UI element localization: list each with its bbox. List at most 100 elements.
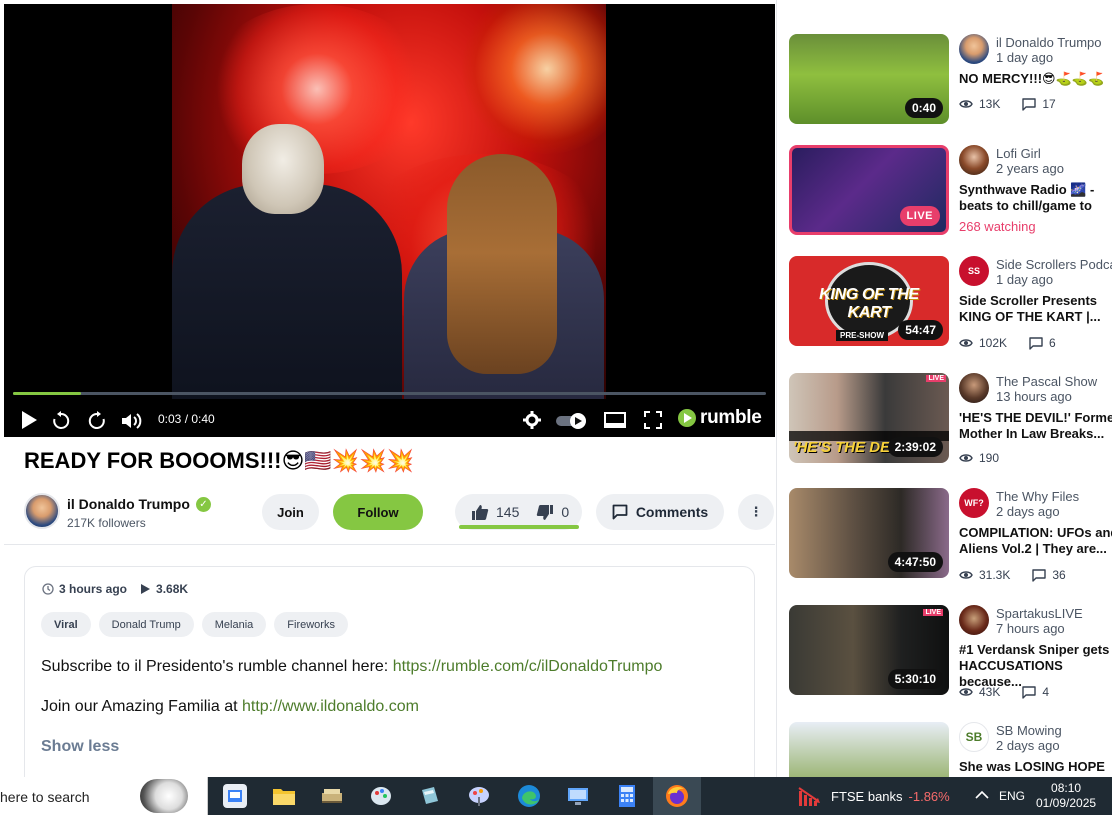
view-count: 31.3K [979,568,1011,582]
video-title[interactable]: #1 Verdansk Sniper gets HACCUSATIONS bec… [959,642,1112,690]
dislike-button[interactable]: 0 [536,504,569,521]
more-options-button[interactable]: ⋮ [738,494,774,530]
channel-avatar[interactable] [24,493,60,529]
related-video-item[interactable]: LIVE Lofi Girl 2 years ago Synthwave Rad… [789,145,1112,245]
rewind-button[interactable] [49,409,73,433]
comment-icon [1032,568,1047,582]
calculator-icon[interactable] [615,784,639,808]
follow-button[interactable]: Follow [333,494,423,530]
posted-time-text: 3 hours ago [59,582,128,596]
video-player[interactable]: 0:03 / 0:40 rumble [4,4,775,437]
join-button[interactable]: Join [262,494,319,530]
channel-name[interactable]: The Pascal Show [996,374,1097,389]
posted-time: 7 hours ago [996,621,1065,636]
comment-count: 36 [1052,568,1066,582]
woman-hair [447,154,557,374]
channel-name[interactable]: The Why Files [996,489,1079,504]
clock-time: 08:10 [1051,781,1082,795]
website-link[interactable]: http://www.ildonaldo.com [242,698,419,715]
ticker-change: -1.86% [908,789,950,804]
video-title[interactable]: She was LOSING HOPE [959,759,1112,775]
video-thumbnail[interactable]: 0:40 [789,34,949,124]
like-button[interactable]: 145 [471,504,519,521]
clock-icon [42,583,54,595]
tag-melania[interactable]: Melania [201,612,267,637]
related-video-item[interactable]: LIVE 5:30:10 SpartakusLIVE 7 hours ago #… [789,605,1112,705]
search-highlight-icon[interactable] [140,779,188,813]
channel-avatar[interactable]: WF? [959,488,989,518]
related-video-item[interactable]: 4:47:50 WF? The Why Files 2 days ago COM… [789,488,1112,588]
forward-icon [88,411,105,429]
video-thumbnail[interactable]: KING OF THE KART PRE-SHOW 54:47 [789,256,949,346]
comments-button[interactable]: Comments [596,494,724,530]
video-thumbnail[interactable]: 4:47:50 [789,488,949,578]
progress-fill [13,392,81,395]
autoplay-toggle[interactable] [555,411,589,431]
channel-avatar[interactable] [959,605,989,635]
channel-avatar[interactable] [959,373,989,403]
language-indicator[interactable]: ENG [999,789,1025,803]
fullscreen-button[interactable] [642,410,664,430]
volume-button[interactable] [119,409,145,433]
channel-name[interactable]: Lofi Girl [996,146,1041,161]
file-explorer-icon[interactable] [272,784,296,808]
channel-name[interactable]: il Donaldo Trumpo ✓ [67,496,211,512]
channel-name[interactable]: SB Mowing [996,723,1062,738]
rumble-logo-icon [678,409,696,427]
video-title[interactable]: NO MERCY!!!😎⛳⛳⛳ [959,71,1112,87]
palette-app-icon[interactable] [467,784,491,808]
photo-viewer-icon[interactable] [223,784,247,808]
watching-count: 268 watching [959,219,1036,234]
channel-link[interactable]: https://rumble.com/c/ilDonaldoTrumpo [393,658,663,675]
stock-chart-icon[interactable] [798,785,822,807]
posted-time: 3 hours ago [42,582,127,596]
related-video-item[interactable]: 'HE'S THE DEVIL' LIVE 2:39:02 The Pascal… [789,373,1112,473]
gear-icon [523,411,541,429]
tag-fireworks[interactable]: Fireworks [274,612,348,637]
show-less-button[interactable]: Show less [41,738,119,756]
notes-app-icon[interactable] [418,784,442,808]
channel-avatar[interactable]: SB [959,722,989,752]
video-thumbnail[interactable]: 'HE'S THE DEVIL' LIVE 2:39:02 [789,373,949,463]
paint-app-icon[interactable] [369,784,393,808]
progress-bar[interactable] [13,392,766,395]
rumble-logo[interactable]: rumble [678,407,762,429]
scanner-app-icon[interactable] [320,784,344,808]
remote-desktop-icon[interactable] [566,784,590,808]
play-button[interactable] [18,409,40,431]
tag-viral[interactable]: Viral [41,612,91,637]
system-clock[interactable]: 08:10 01/09/2025 [1036,781,1096,811]
firefox-browser-icon[interactable] [665,784,689,808]
channel-name[interactable]: il Donaldo Trumpo [996,35,1102,50]
related-video-item[interactable]: KING OF THE KART PRE-SHOW 54:47 SS Side … [789,256,1112,356]
ticker-name: FTSE banks [831,789,903,804]
video-frame[interactable] [172,4,606,399]
taskbar-search[interactable]: here to search [0,777,208,815]
settings-button[interactable] [522,410,542,430]
video-title[interactable]: Synthwave Radio 🌌 - beats to chill/game … [959,182,1112,214]
posted-time: 13 hours ago [996,389,1072,404]
video-thumbnail[interactable]: LIVE 5:30:10 [789,605,949,695]
video-thumbnail[interactable]: LIVE [789,145,949,235]
vote-ratio-bar [459,525,579,529]
channel-avatar[interactable] [959,34,989,64]
toggle-icon [556,413,586,429]
channel-name[interactable]: SpartakusLIVE [996,606,1083,621]
channel-name[interactable]: Side Scrollers Podcast [996,257,1112,272]
tag-donald-trump[interactable]: Donald Trump [98,612,194,637]
chevron-up-icon[interactable] [975,787,989,803]
search-placeholder: here to search [0,789,90,805]
channel-avatar[interactable] [959,145,989,175]
video-title[interactable]: 'HE'S THE DEVIL!' Former Mother In Law B… [959,410,1112,442]
channel-avatar[interactable]: SS [959,256,989,286]
description-line: Join our Amazing Familia at http://www.i… [41,698,419,716]
video-title[interactable]: Side Scroller Presents KING OF THE KART … [959,293,1112,325]
video-title[interactable]: COMPILATION: UFOs and Aliens Vol.2 | The… [959,525,1112,557]
related-video-item[interactable]: 0:40 il Donaldo Trumpo 1 day ago NO MERC… [789,34,1112,134]
edge-browser-icon[interactable] [517,784,541,808]
dislike-count: 0 [561,504,570,520]
stock-ticker[interactable]: FTSE banks -1.86% [831,789,950,804]
video-meta: 3 hours ago 3.68K [42,582,188,596]
theater-mode-button[interactable] [603,410,627,430]
forward-button[interactable] [85,409,109,433]
